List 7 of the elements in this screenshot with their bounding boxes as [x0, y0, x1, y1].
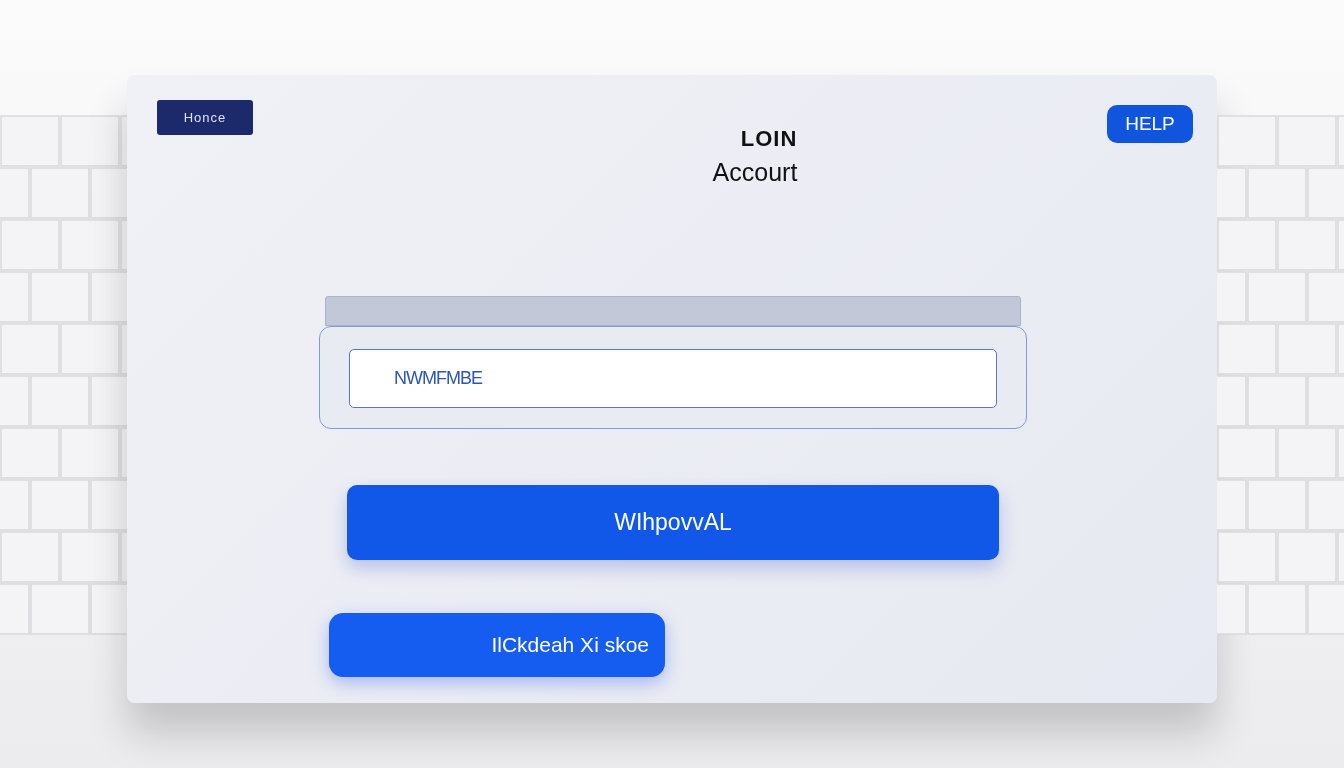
- home-button[interactable]: Honce: [157, 100, 253, 135]
- primary-button[interactable]: WIhpovvAL: [347, 485, 999, 560]
- subtitle: Accourt: [712, 158, 798, 187]
- username-field[interactable]: NWMFMBE: [349, 349, 997, 408]
- secondary-button[interactable]: IlCkdeah Xi skoe: [329, 613, 665, 677]
- title: LOIN: [740, 126, 798, 152]
- help-button[interactable]: HELP: [1107, 105, 1193, 143]
